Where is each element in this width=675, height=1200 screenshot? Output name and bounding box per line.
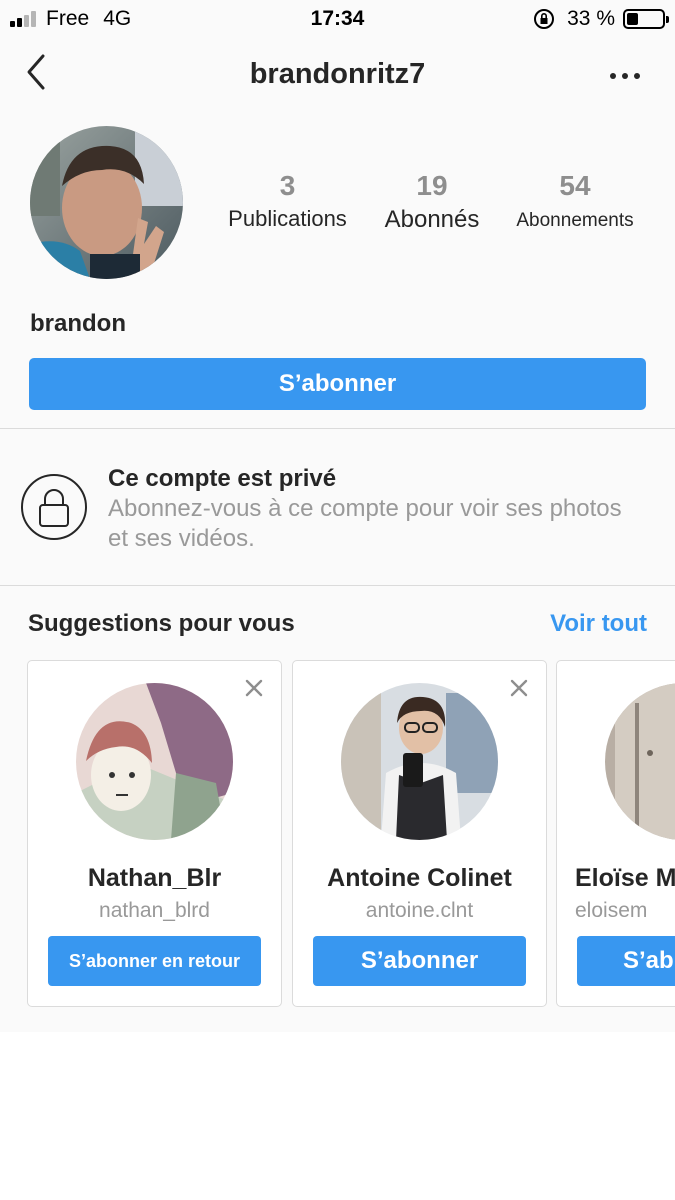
suggestion-avatar[interactable] [76, 683, 233, 840]
profile-screen: Free 4G 17:34 33 % brandonritz7 3 Public… [0, 0, 675, 1032]
battery-fill [627, 13, 638, 25]
suggestion-handle: eloisem [575, 899, 648, 922]
followers-label: Abonnés [384, 206, 480, 233]
profile-username: brandonritz7 [249, 58, 426, 90]
close-icon[interactable] [508, 677, 530, 699]
suggestion-avatar[interactable] [605, 683, 675, 840]
profile-avatar[interactable] [30, 126, 183, 279]
battery-percent: 33 % [567, 7, 615, 30]
followers-stat[interactable]: 19 Abonnés [367, 170, 497, 234]
suggestion-name[interactable]: Nathan_Blr [28, 864, 281, 893]
profile-header: brandonritz7 [0, 38, 675, 114]
suggestions-title: Suggestions pour vous [28, 610, 295, 637]
private-lock-badge [21, 474, 87, 540]
suggestion-name[interactable]: Eloïse M [557, 864, 675, 893]
close-icon[interactable] [243, 677, 265, 699]
follow-button[interactable]: S’abonner [313, 936, 526, 986]
status-right: 33 % [533, 7, 669, 31]
suggestion-card[interactable]: Eloïse M eloisem S’ab [556, 660, 675, 1007]
suggestion-handle: nathan_blrd [99, 899, 210, 922]
private-account-description: Abonnez-vous à ce compte pour voir ses p… [108, 495, 622, 552]
see-all-link[interactable]: Voir tout [550, 610, 647, 638]
follow-button[interactable]: S’ab [577, 936, 675, 986]
rotation-lock-icon [534, 9, 555, 29]
followers-count: 19 [416, 170, 448, 201]
posts-stat[interactable]: 3 Publications [205, 170, 370, 232]
follow-back-button[interactable]: S’abonner en retour [48, 936, 261, 986]
battery-tip [666, 16, 669, 23]
divider [0, 585, 675, 586]
more-options-icon[interactable] [607, 62, 643, 90]
suggestion-avatar[interactable] [341, 683, 498, 840]
following-label: Abonnements [516, 210, 634, 231]
divider [0, 428, 675, 429]
posts-count: 3 [279, 170, 296, 201]
following-count: 54 [559, 170, 591, 201]
profile-display-name: brandon [30, 310, 126, 337]
lock-icon [39, 489, 69, 527]
posts-label: Publications [228, 206, 347, 231]
following-stat[interactable]: 54 Abonnements [500, 170, 650, 232]
suggestion-name[interactable]: Antoine Colinet [293, 864, 546, 893]
suggestion-card[interactable]: Nathan_Blr nathan_blrd S’abonner en reto… [27, 660, 282, 1007]
follow-button[interactable]: S’abonner [29, 358, 646, 410]
suggestion-handle: antoine.clnt [365, 899, 474, 922]
suggestion-card[interactable]: Antoine Colinet antoine.clnt S’abonner [292, 660, 547, 1007]
status-bar: Free 4G 17:34 33 % [0, 0, 675, 38]
private-account-title: Ce compte est privé [108, 465, 337, 492]
battery-icon [623, 9, 669, 29]
